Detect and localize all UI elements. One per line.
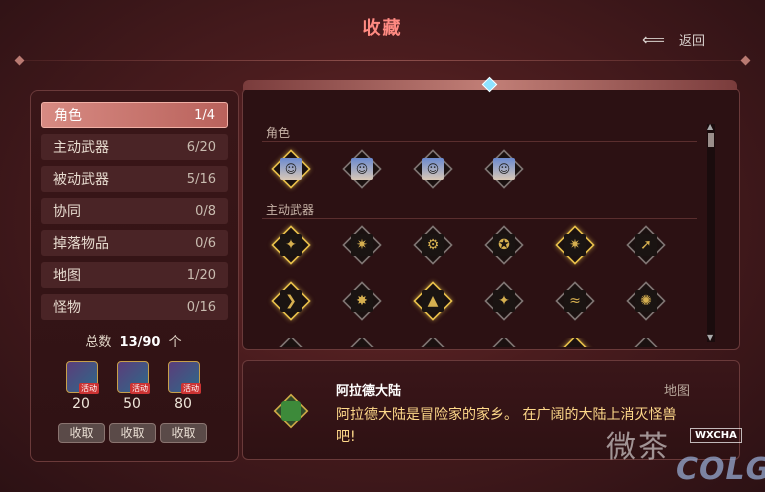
detail-type: 地图: [664, 384, 691, 399]
map-thumbnail-icon: [273, 393, 309, 429]
weapon-skill-icon: ✦: [493, 290, 515, 312]
back-arrow-icon: ⟸: [642, 29, 665, 49]
category-passive-weapons[interactable]: 被动武器 5/16: [41, 166, 228, 192]
weapon-skill-icon: ✷: [351, 234, 373, 256]
claim-button[interactable]: 收取: [109, 423, 156, 443]
reward-chest-icon: 活动: [168, 361, 201, 394]
category-count: 5/16: [186, 171, 216, 187]
category-characters[interactable]: 角色 1/4: [41, 102, 228, 128]
total-count: 总数 13/90 个: [30, 331, 237, 350]
weapon-item[interactable]: ❯: [271, 281, 311, 321]
weapon-item[interactable]: ✷: [555, 225, 595, 265]
character-item[interactable]: ☺: [271, 149, 311, 189]
weapon-skill-icon: ≈: [564, 290, 586, 312]
weapon-skill-icon: ✷: [564, 234, 586, 256]
category-name: 主动武器: [53, 140, 109, 156]
claim-button[interactable]: 收取: [58, 423, 105, 443]
back-label: 返回: [678, 33, 705, 49]
weapon-item[interactable]: [484, 338, 524, 347]
category-drops[interactable]: 掉落物品 0/6: [41, 230, 228, 256]
weapon-skill-icon: ✸: [351, 290, 373, 312]
header-divider: [20, 60, 745, 61]
weapon-item[interactable]: [342, 338, 382, 347]
category-name: 掉落物品: [53, 236, 109, 252]
section-divider: [262, 141, 697, 142]
reward-amount: 20: [72, 396, 90, 412]
category-name: 角色: [54, 108, 82, 124]
watermark-text: 微茶: [606, 430, 670, 465]
category-name: 被动武器: [53, 172, 109, 188]
category-name: 协同: [53, 204, 81, 220]
total-label: 总数: [85, 335, 112, 350]
weapon-skill-icon: ✺: [635, 290, 657, 312]
total-unit: 个: [168, 335, 182, 350]
reward-amount: 50: [123, 396, 141, 412]
weapon-skill-icon: ⚙: [422, 234, 444, 256]
grid-scrollbar[interactable]: [707, 124, 715, 342]
weapon-item[interactable]: ➚: [626, 225, 666, 265]
character-portrait-icon: ☺: [280, 158, 302, 180]
category-name: 怪物: [53, 300, 81, 316]
weapon-item[interactable]: ≈: [555, 281, 595, 321]
scrollbar-thumb[interactable]: [708, 133, 714, 147]
weapon-item[interactable]: ✦: [484, 281, 524, 321]
category-count: 6/20: [186, 139, 216, 155]
detail-title: 阿拉德大陆: [336, 384, 402, 399]
weapon-item[interactable]: ⚙: [413, 225, 453, 265]
scroll-up-icon[interactable]: ▲: [707, 122, 713, 131]
category-count: 1/20: [186, 267, 216, 283]
weapon-skill-icon: ➚: [635, 234, 657, 256]
weapon-item[interactable]: [413, 338, 453, 347]
watermark-logo: COLG: [676, 452, 765, 487]
character-portrait-icon: ☺: [422, 158, 444, 180]
weapon-item[interactable]: ✺: [626, 281, 666, 321]
reward-badge: 活动: [181, 383, 201, 394]
reward-chest-icon: 活动: [117, 361, 150, 394]
weapon-skill-icon: ❯: [280, 290, 302, 312]
category-count: 0/8: [195, 203, 216, 219]
weapon-item[interactable]: ▲: [413, 281, 453, 321]
category-maps[interactable]: 地图 1/20: [41, 262, 228, 288]
total-value: 13/90: [119, 335, 161, 350]
claim-button[interactable]: 收取: [160, 423, 207, 443]
category-monsters[interactable]: 怪物 0/16: [41, 294, 228, 320]
category-count: 0/6: [195, 235, 216, 251]
grid-overflow-row: [243, 338, 707, 347]
weapon-item[interactable]: [271, 338, 311, 347]
weapon-skill-icon: ▲: [422, 290, 444, 312]
watermark-badge: WXCHA: [690, 428, 742, 443]
category-active-weapons[interactable]: 主动武器 6/20: [41, 134, 228, 160]
section-divider: [262, 218, 697, 219]
weapon-item[interactable]: ✷: [342, 225, 382, 265]
section-label-characters: 角色: [266, 126, 291, 140]
weapon-item[interactable]: [626, 338, 666, 347]
weapon-item[interactable]: ✦: [271, 225, 311, 265]
reward-badge: 活动: [130, 383, 150, 394]
category-name: 地图: [53, 268, 81, 284]
weapon-item[interactable]: ✸: [342, 281, 382, 321]
weapon-skill-icon: ✪: [493, 234, 515, 256]
weapon-item[interactable]: [555, 338, 595, 347]
character-portrait-icon: ☺: [351, 158, 373, 180]
section-label-active-weapons: 主动武器: [266, 203, 315, 217]
category-count: 1/4: [194, 107, 215, 123]
category-synergy[interactable]: 协同 0/8: [41, 198, 228, 224]
weapon-skill-icon: ✦: [280, 234, 302, 256]
back-button[interactable]: ⟸ 返回: [642, 28, 732, 50]
weapon-item[interactable]: ✪: [484, 225, 524, 265]
character-item[interactable]: ☺: [484, 149, 524, 189]
scroll-down-icon[interactable]: ▼: [707, 333, 713, 342]
reward-amount: 80: [174, 396, 192, 412]
character-portrait-icon: ☺: [493, 158, 515, 180]
category-count: 0/16: [186, 299, 216, 315]
character-item[interactable]: ☺: [413, 149, 453, 189]
character-item[interactable]: ☺: [342, 149, 382, 189]
reward-chest-icon: 活动: [66, 361, 99, 394]
reward-badge: 活动: [79, 383, 99, 394]
